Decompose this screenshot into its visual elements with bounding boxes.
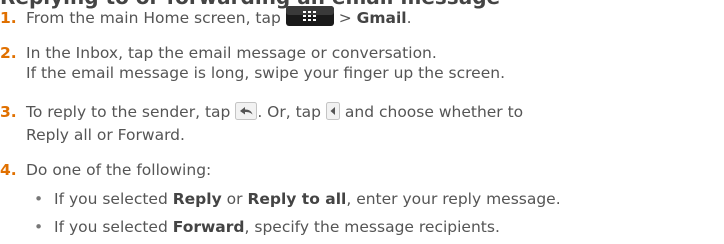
- gmail-label: Gmail: [356, 9, 407, 27]
- bullet-1-text-e: , enter your reply message.: [346, 190, 561, 208]
- menu-arrow-icon: [325, 102, 340, 125]
- bullet-icon: •: [34, 190, 44, 208]
- all-apps-icon: [285, 6, 334, 31]
- step-number: 4.: [0, 161, 17, 179]
- step-3-text-b: . Or, tap: [257, 103, 322, 121]
- reply-to-all-label: Reply to all: [247, 190, 347, 208]
- step-1-end: .: [406, 9, 412, 27]
- reply-arrow-icon: [235, 102, 258, 125]
- step-3-line-2: Reply all or Forward.: [26, 126, 185, 144]
- bullet-1-text-a: If you selected: [54, 190, 168, 208]
- forward-label: Forward: [172, 218, 245, 236]
- step-3-text-c: and choose whether to: [344, 103, 524, 121]
- bullet-2-text-a: If you selected: [54, 218, 168, 236]
- bullet-icon: •: [34, 218, 44, 236]
- bullet-2-text-e: , specify the message recipients.: [244, 218, 500, 236]
- step-3-text-a: To reply to the sender, tap: [26, 103, 231, 121]
- step-4: 4. Do one of the following:: [0, 160, 211, 180]
- step-1: 1. From the main Home screen, tap > Gmail…: [0, 6, 412, 31]
- reply-label: Reply: [172, 190, 222, 208]
- step-number: 3.: [0, 103, 17, 121]
- step-1-text: From the main Home screen, tap: [26, 9, 281, 27]
- step-3: 3. To reply to the sender, tap . Or, tap …: [0, 102, 523, 145]
- step-1-separator: >: [338, 9, 352, 27]
- step-2: 2. In the Inbox, tap the email message or…: [0, 43, 505, 83]
- step-2-line-2: If the email message is long, swipe your…: [26, 64, 506, 82]
- bullet-1-text-c: or: [226, 190, 243, 208]
- bullet-item-reply: • If you selected Reply or Reply to all, …: [34, 189, 561, 209]
- step-number: 1.: [0, 9, 17, 27]
- step-number: 2.: [0, 44, 17, 62]
- step-4-line-1: Do one of the following:: [26, 161, 212, 179]
- step-2-line-1: In the Inbox, tap the email message or c…: [26, 44, 437, 62]
- bullet-item-forward: • If you selected Forward, specify the me…: [34, 217, 500, 237]
